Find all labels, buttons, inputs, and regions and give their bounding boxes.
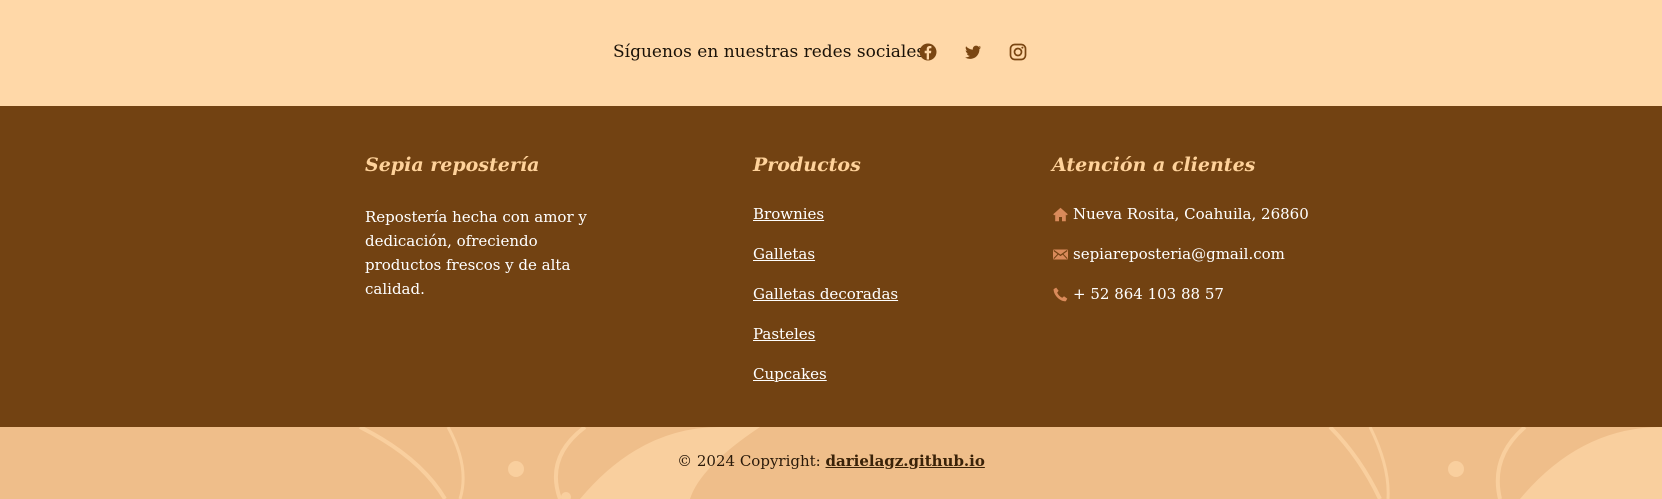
product-link-brownies[interactable]: Brownies [753, 205, 824, 223]
main-footer: Sepia repostería Repostería hecha con am… [0, 106, 1662, 427]
envelope-icon [1052, 246, 1069, 263]
contact-phone: + 52 864 103 88 57 [1052, 285, 1224, 303]
facebook-icon[interactable] [918, 42, 938, 62]
brand-description: Repostería hecha con amor y dedicación, … [365, 208, 587, 298]
copyright-prefix: © 2024 Copyright: [677, 452, 821, 470]
products-title: Productos [753, 154, 861, 176]
phone-icon [1052, 286, 1069, 303]
copyright-link[interactable]: darielagz.github.io [826, 452, 985, 470]
product-link-cupcakes[interactable]: Cupcakes [753, 365, 827, 383]
home-icon [1052, 206, 1069, 223]
address-text: Nueva Rosita, Coahuila, 26860 [1073, 205, 1309, 223]
social-label: Síguenos en nuestras redes sociales: [613, 42, 931, 62]
social-bar: Síguenos en nuestras redes sociales: [0, 0, 1662, 106]
contact-email: sepiareposteria@gmail.com [1052, 245, 1285, 263]
contact-title: Atención a clientes [1052, 154, 1256, 176]
product-link-pasteles[interactable]: Pasteles [753, 325, 815, 343]
copyright-text: © 2024 Copyright: darielagz.github.io [0, 452, 1662, 470]
instagram-icon[interactable] [1008, 42, 1028, 62]
product-link-galletas[interactable]: Galletas [753, 245, 815, 263]
email-text: sepiareposteria@gmail.com [1073, 245, 1285, 263]
contact-address: Nueva Rosita, Coahuila, 26860 [1052, 205, 1309, 223]
copyright-bar: © 2024 Copyright: darielagz.github.io [0, 427, 1662, 499]
twitter-icon[interactable] [963, 42, 983, 62]
phone-text: + 52 864 103 88 57 [1073, 285, 1224, 303]
brand-title: Sepia repostería [365, 154, 540, 176]
product-link-galletas-decoradas[interactable]: Galletas decoradas [753, 285, 898, 303]
